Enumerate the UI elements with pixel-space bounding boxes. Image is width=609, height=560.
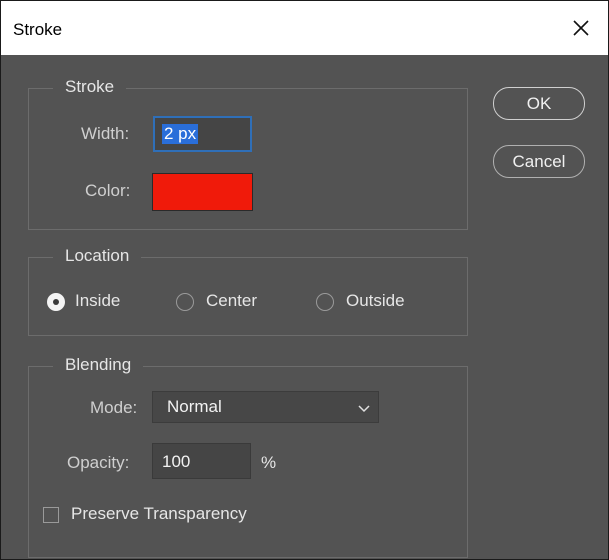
dialog-body: Stroke Width: 2 px Color: Location Insid… (1, 55, 608, 559)
close-icon (573, 20, 589, 36)
radio-center-label: Center (206, 291, 258, 310)
color-label: Color: (85, 181, 131, 200)
radio-center-indicator[interactable] (176, 293, 194, 311)
mode-select[interactable]: Normal (152, 391, 379, 423)
location-group-legend: Location (53, 245, 142, 267)
mode-select-value: Normal (167, 397, 222, 416)
chevron-down-icon (358, 405, 370, 413)
stroke-group-legend: Stroke (53, 76, 127, 98)
opacity-unit: % (261, 453, 277, 472)
radio-inside-label: Inside (75, 291, 121, 310)
radio-outside-indicator[interactable] (316, 293, 334, 311)
width-input[interactable]: 2 px (153, 116, 252, 152)
title-bar: Stroke (1, 1, 608, 55)
preserve-transparency-checkbox[interactable]: Preserve Transparency (43, 504, 303, 528)
cancel-button-label: Cancel (512, 152, 566, 171)
ok-button[interactable]: OK (493, 87, 585, 120)
width-label: Width: (81, 124, 130, 143)
location-group: Location Inside Center Outside (28, 245, 468, 336)
radio-inside[interactable]: Inside (47, 291, 157, 315)
ok-button-label: OK (526, 94, 552, 113)
dialog-title: Stroke (13, 20, 63, 39)
radio-inside-indicator[interactable] (47, 293, 65, 311)
stroke-dialog: Stroke Stroke Width: 2 px Color: Locatio… (0, 0, 609, 560)
close-button[interactable] (554, 1, 608, 55)
color-swatch[interactable] (152, 173, 253, 211)
opacity-input-value: 100 (162, 452, 191, 471)
blending-group-legend: Blending (53, 354, 144, 376)
width-input-value: 2 px (162, 124, 199, 144)
radio-outside-label: Outside (346, 291, 405, 310)
radio-center[interactable]: Center (176, 291, 286, 315)
cancel-button[interactable]: Cancel (493, 145, 585, 178)
mode-label: Mode: (90, 398, 138, 417)
preserve-transparency-box[interactable] (43, 507, 59, 523)
stroke-group: Stroke Width: 2 px Color: (28, 76, 468, 230)
radio-outside[interactable]: Outside (316, 291, 436, 315)
opacity-label: Opacity: (67, 453, 130, 472)
blending-group: Blending Mode: Normal Opacity: 100 % Pre… (28, 354, 468, 558)
opacity-input[interactable]: 100 (152, 443, 251, 479)
preserve-transparency-label: Preserve Transparency (71, 504, 247, 523)
